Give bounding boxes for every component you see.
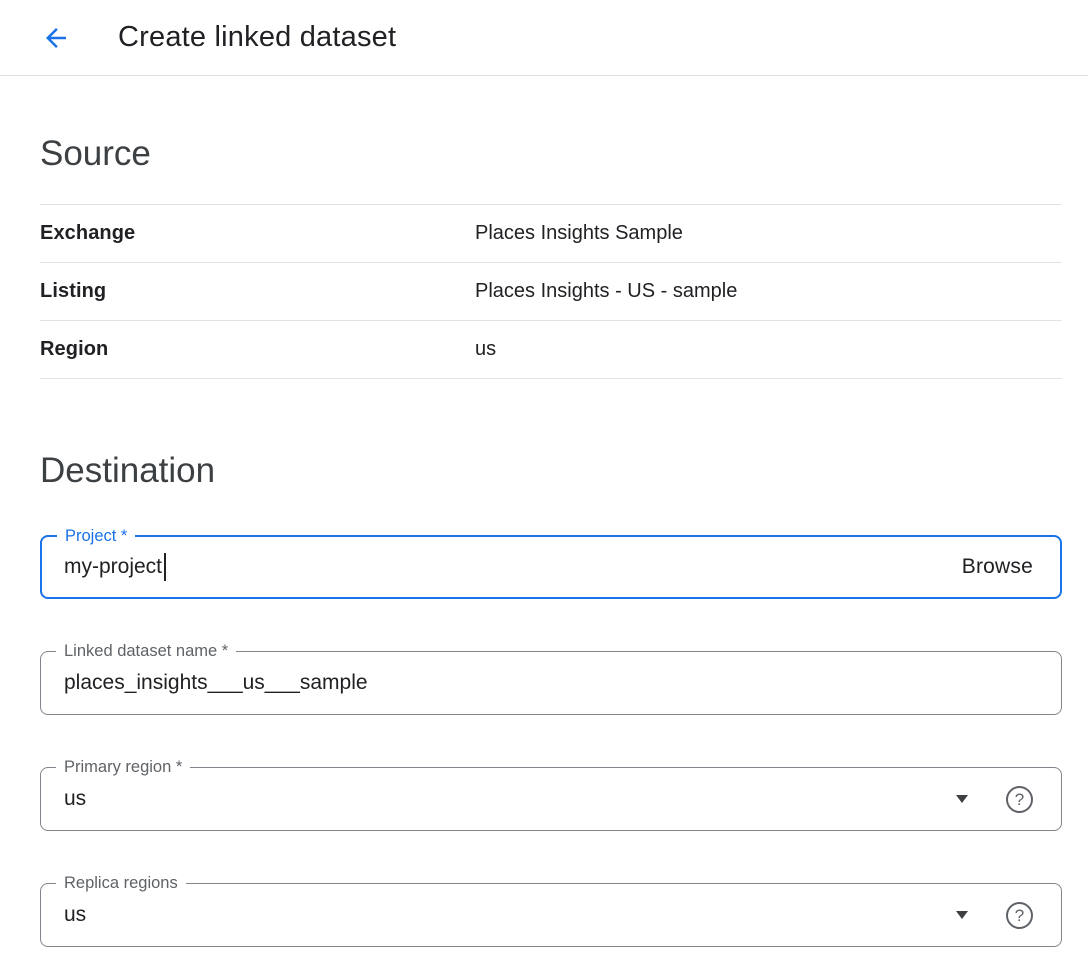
source-section-heading: Source	[40, 132, 1062, 176]
destination-section-heading: Destination	[40, 449, 1062, 493]
linked-dataset-name-input[interactable]: places_insights___us___sample	[64, 671, 368, 695]
table-row-region: Region us	[40, 321, 1062, 379]
project-field[interactable]: Project * my-project Browse	[40, 535, 1062, 599]
region-value: us	[475, 338, 496, 361]
project-input[interactable]: my-project	[64, 555, 162, 579]
replica-regions-label: Replica regions	[56, 873, 186, 893]
table-row-listing: Listing Places Insights - US - sample	[40, 263, 1062, 321]
source-info-table: Exchange Places Insights Sample Listing …	[40, 204, 1062, 379]
exchange-value: Places Insights Sample	[475, 222, 683, 245]
project-field-label: Project *	[57, 526, 135, 546]
page-title: Create linked dataset	[118, 21, 396, 54]
table-row-exchange: Exchange Places Insights Sample	[40, 205, 1062, 263]
replica-regions-select[interactable]: Replica regions us ?	[40, 883, 1062, 947]
browse-button[interactable]: Browse	[962, 555, 1033, 579]
arrow-back-icon	[41, 23, 71, 53]
main-content: Source Exchange Places Insights Sample L…	[0, 132, 1088, 947]
help-icon[interactable]: ?	[1006, 786, 1033, 813]
listing-label: Listing	[40, 280, 475, 303]
page-header: Create linked dataset	[0, 0, 1088, 76]
primary-region-label: Primary region *	[56, 757, 190, 777]
linked-dataset-name-label: Linked dataset name *	[56, 641, 236, 661]
primary-region-select[interactable]: Primary region * us ?	[40, 767, 1062, 831]
primary-region-value: us	[64, 787, 86, 811]
exchange-label: Exchange	[40, 222, 475, 245]
replica-regions-value: us	[64, 903, 86, 927]
chevron-down-icon	[956, 795, 968, 803]
linked-dataset-name-field[interactable]: Linked dataset name * places_insights___…	[40, 651, 1062, 715]
region-label: Region	[40, 338, 475, 361]
help-icon[interactable]: ?	[1006, 902, 1033, 929]
listing-value: Places Insights - US - sample	[475, 280, 737, 303]
text-cursor	[164, 553, 166, 581]
back-button[interactable]	[34, 16, 78, 60]
chevron-down-icon	[956, 911, 968, 919]
